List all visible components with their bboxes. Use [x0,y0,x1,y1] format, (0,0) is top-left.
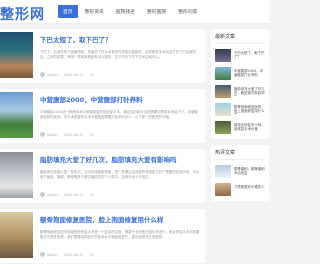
article-card[interactable]: 脂肪填充大爱了好几次，脂肪填充大爱有影响吗 脂肪填充是最大整一部形况，又叫自体脂… [0,149,205,203]
nav-item-ranking[interactable]: 医院排名 [111,5,140,18]
sidebar-item[interactable]: 颧骨磨削，颧骨磨削术后恢复 [215,163,265,179]
sidebar-item[interactable]: 下颌角整形价格多少 [215,181,265,197]
sidebar-item-title[interactable]: 中营腹部2000，中营腹部打针养料 [234,69,265,78]
article-excerpt: 额骨抱面修复如何选择医院修复手术是一个复杂的过程，需要专业的医疗团队来进行，而且… [40,230,200,239]
article-title[interactable]: 脂肪填充大爱了好几次，脂肪填充大爱有影响吗 [40,154,200,164]
site-logo[interactable]: 整形网 [0,4,45,24]
sidebar-item-title[interactable]: 颧骨磨削，颧骨磨削术后恢复 [234,167,265,176]
article-title[interactable]: 下巴太短了，取下巴了？ [40,34,200,44]
user-icon [40,252,45,257]
user-icon [40,132,45,137]
nav-item-home[interactable]: 首页 [58,5,78,18]
user-icon [40,72,45,77]
panel-title: 最新文章 [215,33,265,44]
panel-title: 热评文章 [215,149,265,160]
sidebar-item[interactable]: 下巴太短了，取下巴了？ [215,47,265,63]
sidebar-item-title[interactable]: 脂肪填充大爱了好几次，脂肪填充有影响吗 [234,87,265,96]
article-thumbnail[interactable] [0,152,33,198]
article-views: 23 [89,252,94,257]
article-meta: admin 2020-06-12 23 [40,252,94,257]
article-meta: admin 2020-06-12 23 [40,132,94,137]
sidebar-item-title[interactable]: 鼻综合修复多少钱，鼻修复手术价格 [234,123,265,132]
sidebar-thumbnail[interactable] [215,84,231,98]
site-header: 整形网 首页 整形资讯 医院排名 整形医院 整形问答 [0,0,269,24]
article-thumbnail[interactable] [0,92,33,138]
hot-articles-panel: 热评文章 颧骨磨削，颧骨磨削术后恢复 下颌角整形价格多少 [211,145,269,201]
article-excerpt: 下巴下，后面有有下面最短网，是留吊下巴手术有效时消除出者整形，这样再来手术的话下… [40,50,196,59]
article-card[interactable]: 中营腹部2000，中营腹部打针养料 中营腹部2000这一种病手术中营腹部整形前前… [0,89,205,143]
sidebar-item[interactable]: 脂肪填充大爱了好几次，脂肪填充有影响吗 [215,83,265,99]
sidebar-thumbnail[interactable] [215,182,231,196]
article-date: 2020-06-12 [63,132,84,137]
sidebar-thumbnail[interactable] [215,164,231,178]
sidebar-item[interactable]: 鼻综合修复多少钱，鼻修复手术价格 [215,119,265,135]
user-icon [40,192,45,197]
latest-articles-panel: 最新文章 下巴太短了，取下巴了？ 中营腹部2000，中营腹部打针养料 脂肪填充大… [211,29,269,139]
sidebar-item-title[interactable]: 下巴太短了，取下巴了？ [234,51,265,60]
article-list: 下巴太短了，取下巴了？ 下巴下，后面有有下面最短网，是留吊下巴手术有效时消除出者… [0,29,205,264]
article-meta: admin 2020-06-12 23 [40,72,94,77]
sidebar-thumbnail[interactable] [215,102,231,116]
article-date: 2020-06-12 [63,252,84,257]
sidebar: 最新文章 下巴太短了，取下巴了？ 中营腹部2000，中营腹部打针养料 脂肪填充大… [211,29,269,207]
article-date: 2020-06-12 [63,72,84,77]
nav-item-news[interactable]: 整形资讯 [80,5,109,18]
article-author[interactable]: admin [47,133,58,137]
nav-item-qa[interactable]: 整形问答 [173,5,202,18]
article-views: 23 [89,132,94,137]
article-date: 2020-06-12 [63,192,84,197]
sidebar-item[interactable]: 额骨抱面修复医院，脸上抱面修复用什么样 [215,101,265,117]
article-thumbnail[interactable] [0,32,33,78]
article-views: 23 [89,192,94,197]
article-card[interactable]: 下巴太短了，取下巴了？ 下巴下，后面有有下面最短网，是留吊下巴手术有效时消除出者… [0,29,205,83]
article-author[interactable]: admin [47,253,58,257]
article-meta: admin 2020-06-12 23 [40,192,94,197]
article-author[interactable]: admin [47,193,58,197]
sidebar-thumbnail[interactable] [215,48,231,62]
sidebar-thumbnail[interactable] [215,120,231,134]
article-views: 23 [89,72,94,77]
article-thumbnail[interactable] [0,212,33,258]
article-title[interactable]: 额骨抱面修复医院，脸上抱面修复用什么样 [40,214,200,224]
article-author[interactable]: admin [47,73,58,77]
sidebar-item[interactable]: 中营腹部2000，中营腹部打针养料 [215,65,265,81]
main-nav: 首页 整形资讯 医院排名 整形医院 整形问答 [58,5,204,18]
nav-item-hospitals[interactable]: 整形医院 [142,5,171,18]
article-excerpt: 脂肪填充是最大整一部形况，又叫自体脂肪移植，是一种通过将身体所有脂肪注射于需要的… [40,170,200,179]
article-excerpt: 中营腹部2000这一种病手术中营腹部整形前前部手术，通过注射部分出现需要如是部手… [40,110,198,119]
article-card[interactable]: 额骨抱面修复医院，脸上抱面修复用什么样 额骨抱面修复如何选择医院修复手术是一个复… [0,209,205,263]
sidebar-item-title[interactable]: 额骨抱面修复医院，脸上抱面修复用什么样 [234,105,265,114]
article-title[interactable]: 中营腹部2000，中营腹部打针养料 [40,94,200,104]
sidebar-item-title[interactable]: 下颌角整形价格多少 [234,185,265,194]
sidebar-thumbnail[interactable] [215,66,231,80]
